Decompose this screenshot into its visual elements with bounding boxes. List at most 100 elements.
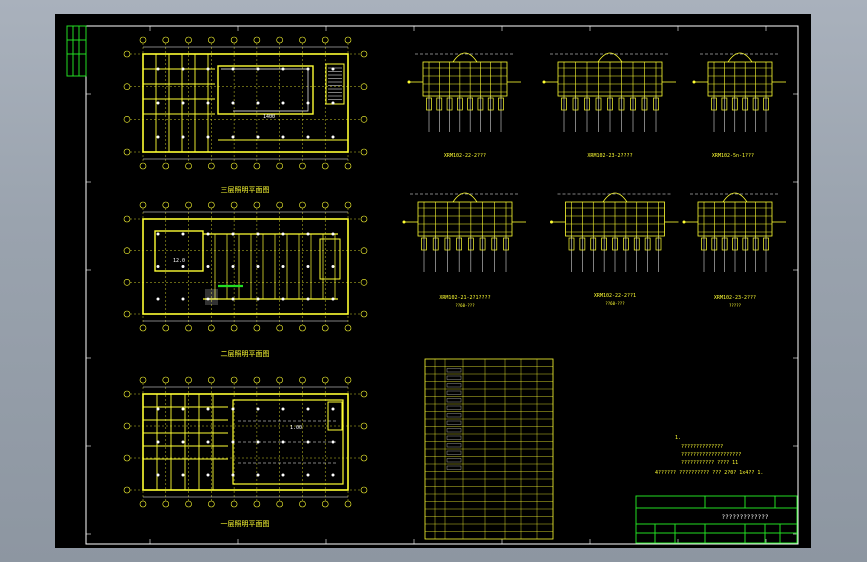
note-line: 4?????? ?????????? ??? 2?0? 1x4?? 1. — [655, 470, 763, 476]
light-fixture — [306, 407, 310, 411]
light-fixture — [231, 297, 235, 301]
axis-bubble — [123, 422, 131, 430]
light-fixture — [231, 135, 235, 139]
floor1-plan — [123, 376, 368, 508]
axis-bubble — [139, 201, 147, 209]
table-symbol — [446, 375, 462, 380]
floor2-room-label: 12.0 — [173, 258, 185, 264]
panel-4-sublabel: ??60-??? — [455, 303, 475, 308]
axis-bubble — [230, 324, 238, 332]
title-block: ????????????? — [635, 495, 798, 544]
axis-bubble — [321, 500, 329, 508]
axis-bubble — [185, 162, 192, 170]
light-fixture — [156, 407, 160, 411]
axis-bubble — [321, 36, 329, 44]
light-fixture — [256, 101, 260, 105]
table-symbol — [446, 458, 462, 463]
axis-bubble — [123, 148, 131, 156]
panel-6-label: XRM102-23-2??? — [714, 295, 756, 301]
axis-bubble — [162, 500, 170, 508]
light-fixture — [156, 67, 160, 71]
light-fixture — [231, 473, 235, 477]
floor2-plan — [123, 201, 368, 332]
light-fixture — [206, 67, 210, 71]
axis-bubble — [253, 162, 261, 170]
axis-bubble — [344, 376, 352, 384]
axis-bubble — [162, 324, 170, 332]
axis-bubble — [208, 324, 215, 332]
note-line: 1. — [675, 435, 681, 441]
axis-bubble — [299, 162, 306, 170]
axis-bubble — [230, 36, 238, 44]
panel-5-label: XRM102-22-2??1 — [594, 293, 636, 299]
axis-bubble — [123, 279, 131, 286]
light-fixture — [281, 440, 285, 444]
panel-6-sublabel: ????? — [729, 303, 742, 308]
light-fixture — [231, 232, 235, 236]
axis-bubble — [276, 162, 283, 170]
light-fixture — [306, 297, 310, 301]
light-fixture — [281, 232, 285, 236]
table-symbol — [446, 413, 462, 418]
light-fixture — [181, 101, 185, 105]
table-symbol — [446, 465, 462, 470]
floor2-title: 二层照明平面图 — [221, 350, 270, 358]
axis-bubble — [162, 36, 170, 44]
floor1-title: 一层照明平面图 — [221, 520, 270, 528]
cad-rect — [142, 218, 349, 315]
axis-bubble — [123, 215, 131, 223]
light-fixture — [206, 265, 210, 268]
light-fixture — [256, 265, 260, 268]
axis-bubble — [253, 36, 261, 44]
table-symbol — [446, 383, 462, 388]
axis-bubble — [276, 376, 283, 384]
light-fixture — [231, 265, 235, 268]
axis-bubble — [344, 201, 352, 209]
axis-bubble — [299, 201, 306, 209]
axis-bubble — [276, 36, 283, 44]
light-fixture — [331, 407, 335, 411]
floor3-title: 三层照明平面图 — [221, 186, 270, 194]
cad-rect — [707, 61, 773, 97]
terminal-dot — [682, 220, 686, 224]
table-symbol — [446, 405, 462, 410]
axis-bubble — [360, 279, 368, 286]
axis-bubble — [139, 500, 147, 508]
axis-bubble — [321, 324, 329, 332]
light-fixture — [181, 232, 185, 236]
axis-bubble — [123, 486, 131, 494]
axis-bubble — [208, 201, 215, 209]
light-fixture — [256, 67, 260, 71]
axis-bubble — [360, 83, 368, 90]
axis-bubble — [230, 500, 238, 508]
axis-bubble — [360, 50, 368, 58]
axis-bubble — [360, 116, 368, 123]
axis-bubble — [276, 500, 283, 508]
axis-bubble — [360, 422, 368, 430]
floor1-room-label: 1.00 — [290, 425, 302, 431]
axis-bubble — [360, 247, 368, 254]
axis-bubble — [139, 376, 147, 384]
axis-bubble — [230, 162, 238, 170]
drawing-sheet: 三层照明平面图 二层照明平面图 一层照明平面图 1400 12.0 1.00 X… — [55, 14, 811, 548]
light-fixture — [256, 473, 260, 477]
light-fixture — [206, 232, 210, 236]
light-fixture — [206, 473, 210, 477]
axis-bubble — [123, 83, 131, 90]
axis-bubble — [208, 376, 215, 384]
light-fixture — [181, 135, 185, 139]
cad-rect — [325, 63, 345, 105]
axis-bubble — [344, 500, 352, 508]
light-fixture — [206, 440, 210, 444]
light-fixture — [156, 297, 160, 301]
terminal-dot — [542, 80, 546, 84]
axis-bubble — [299, 376, 306, 384]
axis-bubble — [139, 36, 147, 44]
light-fixture — [306, 67, 310, 71]
axis-bubble — [123, 116, 131, 123]
axis-bubble — [360, 454, 368, 462]
axis-bubble — [344, 324, 352, 332]
light-fixture — [206, 135, 210, 139]
axis-bubble — [162, 201, 170, 209]
light-fixture — [156, 473, 160, 477]
